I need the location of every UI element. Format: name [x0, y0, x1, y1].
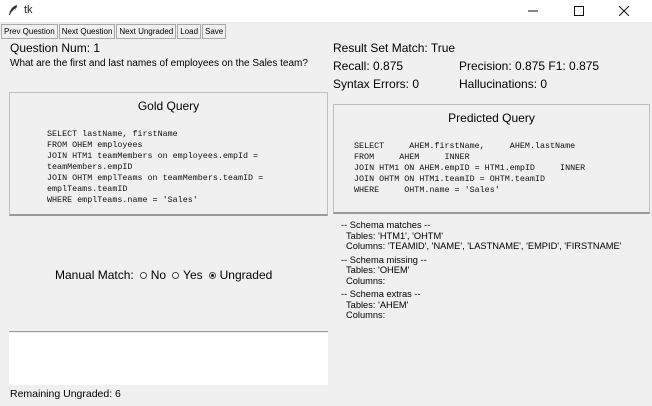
recall-value: Recall: 0.875	[333, 59, 404, 73]
hallucinations-value: Hallucinations: 0	[459, 77, 548, 91]
manual-match-panel: Manual Match: No Yes Ungraded	[9, 218, 328, 332]
schema-missing-tables: Tables: 'OHEM'	[346, 265, 410, 275]
question-number: Question Num: 1	[10, 41, 101, 55]
radio-ungraded-indicator[interactable]	[208, 271, 216, 279]
next-question-button[interactable]: Next Question	[58, 24, 116, 39]
schema-extras-tables: Tables: 'AHEM'	[346, 299, 409, 310]
load-button[interactable]: Load	[177, 24, 202, 39]
gold-query-sql: SELECT lastName, firstName FROM OHEM emp…	[47, 129, 264, 205]
close-button[interactable]	[604, 0, 644, 22]
minimize-icon	[528, 10, 538, 12]
schema-matches-columns: Columns: 'TEAMID', 'NAME', 'LASTNAME', '…	[346, 241, 622, 251]
manual-match-label: Manual Match:	[55, 268, 134, 282]
radio-ungraded-label: Ungraded	[219, 268, 273, 282]
schema-matches-header: -- Schema matches --	[341, 220, 431, 230]
radio-yes[interactable]: Yes	[172, 268, 203, 282]
radio-no[interactable]: No	[139, 268, 167, 282]
maximize-button[interactable]	[559, 0, 599, 22]
gold-query-panel: Gold Query SELECT lastName, firstName FR…	[9, 92, 328, 216]
result-set-match: Result Set Match: True	[333, 41, 456, 55]
radio-ungraded[interactable]: Ungraded	[208, 268, 273, 282]
schema-extras-header: -- Schema extras --	[341, 289, 421, 299]
schema-matches: -- Schema matches -- Tables: 'HTM1', 'OH…	[341, 220, 622, 252]
remaining-ungraded: Remaining Ungraded: 6	[10, 388, 121, 400]
minimize-button[interactable]	[513, 0, 553, 22]
next-ungraded-button[interactable]: Next Ungraded	[116, 24, 177, 39]
radio-yes-label: Yes	[183, 268, 203, 282]
schema-extras-columns: Columns:	[346, 310, 386, 320]
window-title: tk	[24, 4, 33, 16]
manual-match-row: Manual Match: No Yes Ungraded	[55, 268, 278, 282]
question-text: What are the first and last names of emp…	[10, 58, 308, 69]
radio-no-label: No	[150, 268, 167, 282]
prev-question-button[interactable]: Prev Question	[1, 24, 58, 39]
schema-extras: -- Schema extras -- Tables: 'AHEM' Colum…	[341, 289, 622, 321]
schema-matches-tables: Tables: 'HTM1', 'OHTM'	[346, 230, 443, 241]
radio-yes-indicator[interactable]	[172, 271, 180, 279]
radio-no-indicator[interactable]	[139, 271, 147, 279]
syntax-errors-value: Syntax Errors: 0	[333, 77, 420, 91]
close-icon	[619, 6, 629, 16]
gold-query-title: Gold Query	[137, 99, 200, 113]
save-button[interactable]: Save	[202, 24, 227, 39]
schema-missing: -- Schema missing -- Tables: 'OHEM' Colu…	[341, 255, 622, 287]
schema-missing-columns: Columns:	[346, 275, 386, 286]
schema-missing-header: -- Schema missing --	[341, 254, 427, 265]
title-bar: tk	[0, 0, 652, 22]
predicted-query-title: Predicted Query	[448, 111, 535, 125]
predicted-query-panel: Predicted Query SELECT AHEM.firstName, A…	[333, 104, 650, 214]
toolbar: Prev Question Next Question Next Ungrade…	[1, 24, 227, 39]
predicted-query-sql: SELECT AHEM.firstName, AHEM.lastName FRO…	[354, 141, 586, 195]
schema-report: -- Schema matches -- Tables: 'HTM1', 'OH…	[341, 220, 622, 324]
notes-area[interactable]	[9, 333, 328, 385]
precision-f1-value: Precision: 0.875 F1: 0.875	[459, 59, 600, 73]
maximize-icon	[574, 6, 584, 16]
feather-icon	[9, 5, 17, 15]
